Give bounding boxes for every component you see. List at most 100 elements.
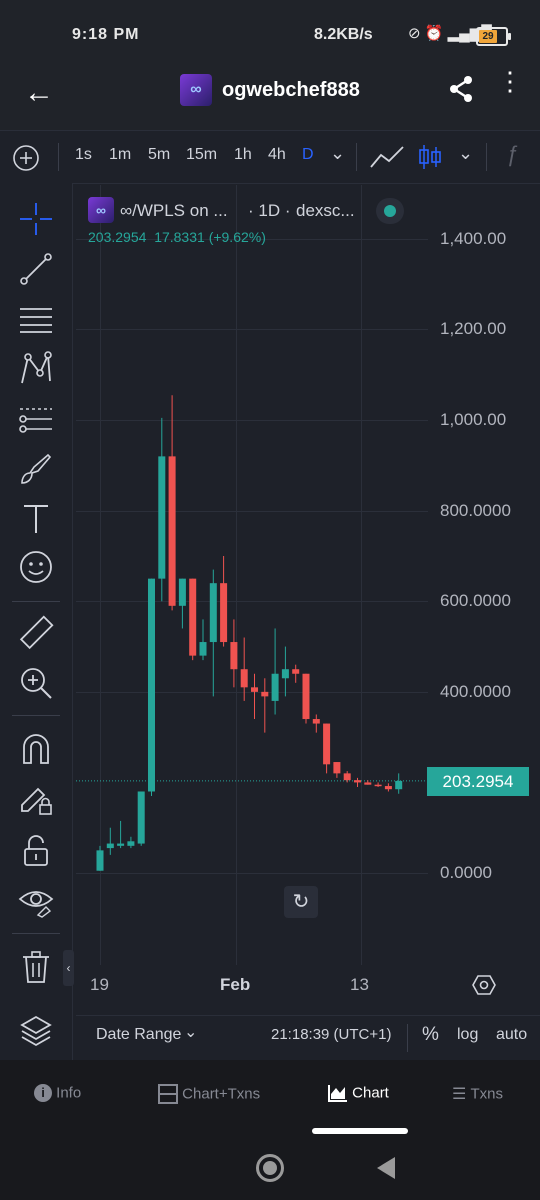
brush-icon[interactable]: [18, 451, 54, 487]
chart-txns-icon: [158, 1084, 178, 1104]
x-tick-label: 13: [350, 975, 369, 994]
back-triangle-icon[interactable]: [376, 1156, 396, 1180]
tab-chart-txns-label: Chart+Txns: [182, 1085, 261, 1103]
legend-last: 203.2954: [88, 229, 147, 245]
y-tick-label: 800.0000: [440, 501, 511, 520]
sidebar-divider: [12, 715, 60, 716]
x-tick-label: Feb: [220, 975, 251, 994]
axis-settings-icon[interactable]: [472, 973, 496, 997]
token-logo: ∞: [180, 74, 212, 106]
grid-line: [76, 329, 428, 330]
vertical-grid-line: [361, 185, 362, 965]
battery-icon: 29: [476, 27, 511, 46]
y-tick-label: 0.0000: [440, 863, 492, 882]
legend-interval: · 1D ·: [248, 201, 291, 220]
y-tick-label: 1,000.00: [440, 410, 507, 429]
pattern-tool-icon[interactable]: [18, 351, 54, 387]
interval-1m[interactable]: 1m: [109, 146, 131, 164]
emoji-icon[interactable]: [18, 549, 54, 585]
indicators-fx-icon[interactable]: ƒ: [506, 141, 518, 167]
legend-symbol[interactable]: ∞/WPLS on ...: [120, 201, 228, 221]
sidebar-divider: [12, 601, 60, 602]
horizontal-lines-icon[interactable]: [18, 301, 54, 337]
network-speed: 8.2KB/s: [314, 26, 373, 43]
chart-toolbar: 1s 1m 5m 15m 1h 4h D ⌄ ⌄ ƒ: [0, 130, 540, 184]
legend-source: dexsc...: [296, 201, 355, 220]
battery-level: 29: [479, 30, 497, 43]
vertical-grid-line: [100, 185, 101, 965]
vertical-grid-line: [236, 185, 237, 965]
interval-15m[interactable]: 15m: [186, 146, 217, 164]
toolbar-divider: [58, 143, 59, 171]
toolbar-divider: [486, 143, 487, 171]
interval-d-active[interactable]: D: [302, 146, 314, 164]
add-symbol-icon[interactable]: [12, 144, 40, 172]
x-tick-label: 19: [90, 975, 109, 994]
market-status-badge[interactable]: [376, 198, 404, 224]
back-arrow-icon[interactable]: ←: [24, 76, 54, 110]
visibility-icon[interactable]: [18, 883, 54, 919]
status-bar: 9:18 PM 8.2KB/s ⊘ ⏰ ▂▄▆█ 29: [0, 0, 540, 70]
status-time: 9:18 PM: [72, 26, 140, 43]
tab-info[interactable]: i Info: [34, 1084, 82, 1103]
chart-type-dropdown-chevron-icon[interactable]: ⌄: [458, 143, 473, 164]
ruler-icon[interactable]: [18, 615, 54, 651]
grid-line: [76, 420, 428, 421]
clock-display[interactable]: 21:18:39 (UTC+1): [271, 1026, 391, 1043]
lock-drawing-icon[interactable]: [18, 781, 54, 817]
chart-bottom-bar: Date Range ⌄ 21:18:39 (UTC+1) % log auto: [76, 1015, 540, 1061]
candlestick-chart-type-icon[interactable]: [418, 143, 442, 171]
tab-info-label: Info: [56, 1084, 82, 1102]
grid-line: [76, 873, 428, 874]
app-header: ← ∞ ogwebchef888 ⋮: [0, 68, 540, 130]
bottom-bar-divider: [407, 1024, 408, 1052]
page-title: ogwebchef888: [222, 79, 360, 101]
home-indicator-bar[interactable]: [312, 1128, 408, 1134]
y-tick-label: 1,200.00: [440, 319, 507, 338]
interval-5m[interactable]: 5m: [148, 146, 170, 164]
log-scale-toggle[interactable]: log: [457, 1026, 478, 1044]
interval-4h[interactable]: 4h: [268, 146, 286, 164]
percent-scale-toggle[interactable]: %: [422, 1024, 439, 1046]
layers-icon[interactable]: [18, 1013, 54, 1049]
reset-chart-icon[interactable]: ↻: [284, 886, 318, 918]
legend-change-pct: (+9.62%): [208, 229, 266, 245]
trash-icon[interactable]: [18, 949, 54, 985]
bottom-navigation: i Info Chart+Txns Chart ☰ Txns: [0, 1060, 540, 1200]
crosshair-icon[interactable]: [18, 201, 54, 237]
fib-retracement-icon[interactable]: [18, 401, 54, 437]
y-tick-label: 400.0000: [440, 682, 511, 701]
toolbar-divider: [356, 143, 357, 171]
text-tool-icon[interactable]: [18, 501, 54, 537]
sidebar-divider: [12, 933, 60, 934]
home-button-icon[interactable]: [256, 1154, 284, 1182]
unlock-icon[interactable]: [18, 833, 54, 869]
tab-txns[interactable]: ☰ Txns: [452, 1084, 503, 1104]
drawing-tools-sidebar: [0, 183, 73, 1060]
y-tick-label: 1,400.00: [440, 229, 507, 248]
grid-line: [76, 511, 428, 512]
legend-change: 17.8331: [154, 229, 205, 245]
trend-line-icon[interactable]: [18, 251, 54, 287]
interval-1h[interactable]: 1h: [234, 146, 252, 164]
collapse-sidebar-chevron-icon[interactable]: ‹: [63, 950, 74, 986]
grid-line: [76, 601, 428, 602]
y-tick-label: 600.0000: [440, 591, 511, 610]
tab-chart-txns[interactable]: Chart+Txns: [158, 1084, 260, 1104]
date-range-button[interactable]: Date Range: [96, 1026, 181, 1044]
interval-1s[interactable]: 1s: [75, 146, 92, 164]
zoom-in-icon[interactable]: [18, 665, 54, 701]
date-range-chevron-icon[interactable]: ⌄: [184, 1022, 197, 1042]
line-chart-type-icon[interactable]: [370, 145, 404, 169]
more-options-icon[interactable]: ⋮: [497, 68, 523, 94]
magnet-icon[interactable]: [18, 731, 54, 767]
auto-scale-toggle[interactable]: auto: [496, 1026, 527, 1044]
area-chart-icon: [328, 1085, 347, 1103]
legend-token-logo: ∞: [88, 197, 114, 223]
tab-chart[interactable]: Chart: [328, 1084, 389, 1103]
market-open-dot-icon: [384, 205, 396, 217]
share-icon[interactable]: [446, 74, 476, 104]
tab-txns-label: Txns: [470, 1085, 504, 1103]
interval-dropdown-chevron-icon[interactable]: ⌄: [330, 143, 345, 164]
grid-line: [76, 692, 428, 693]
